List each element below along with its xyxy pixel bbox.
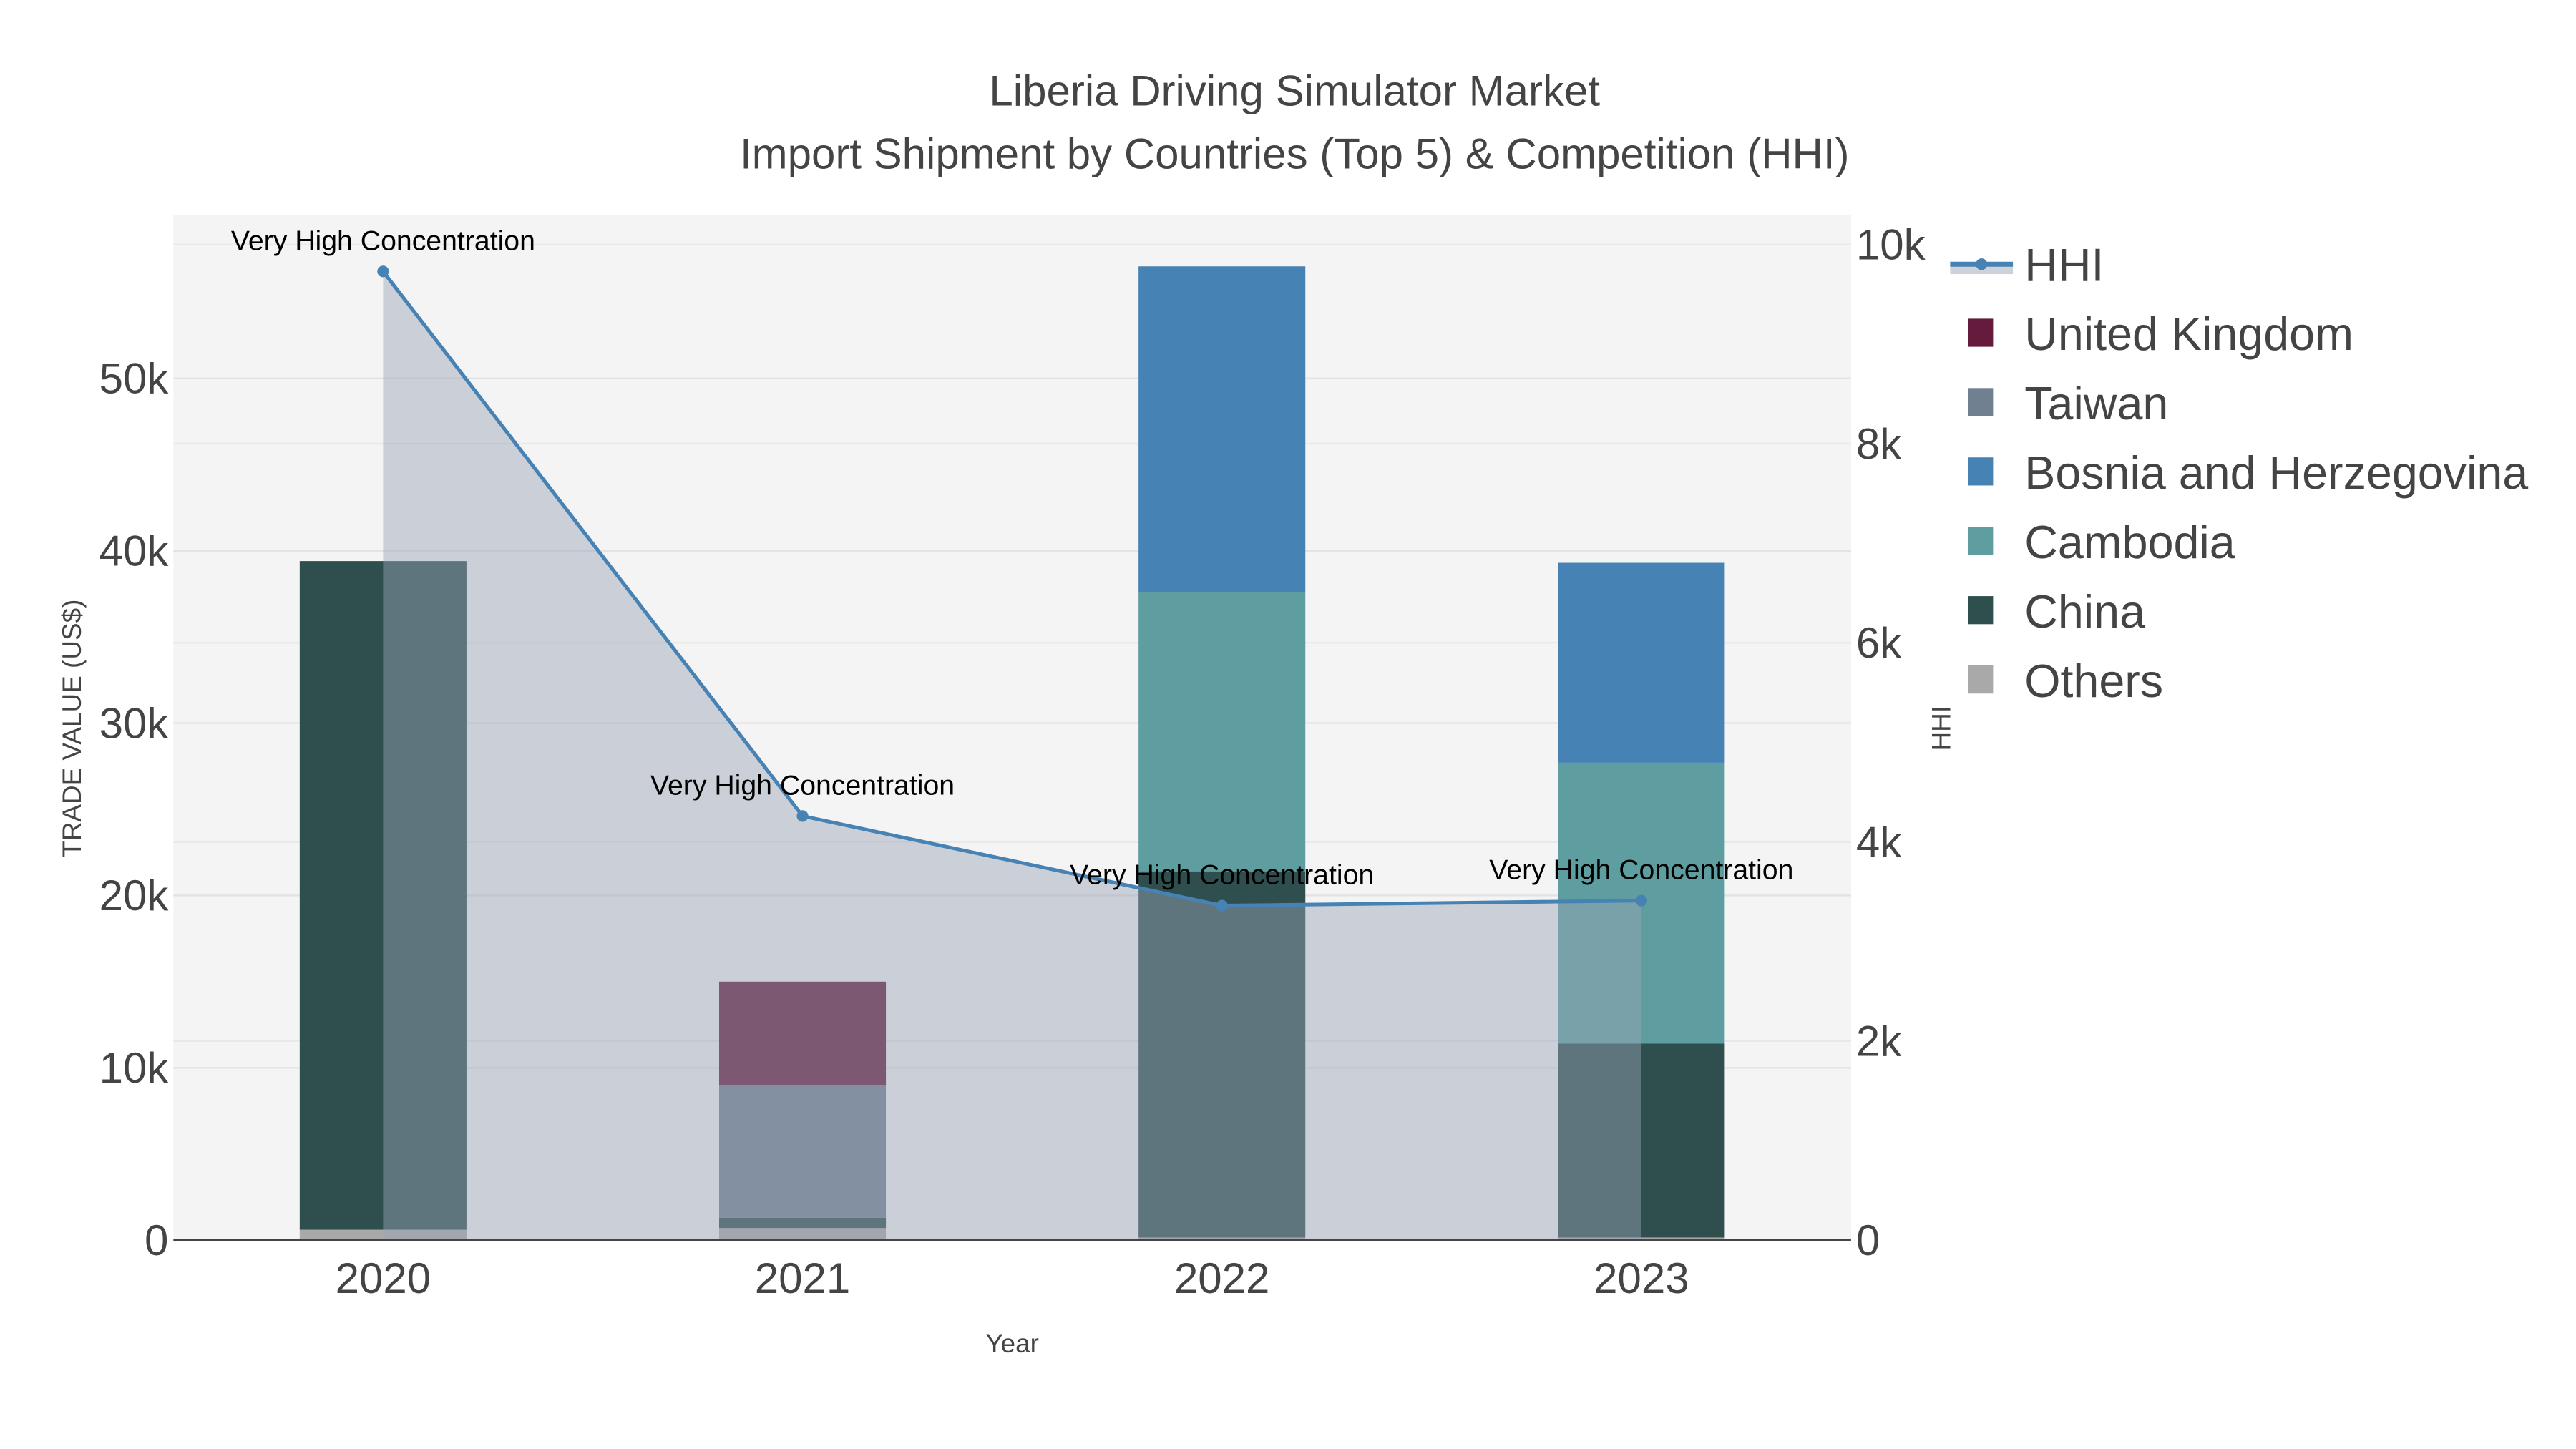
y-tick-label: 10k — [99, 1044, 170, 1092]
y2-tick-label: 4k — [1856, 818, 1902, 866]
chart: Very High Concentration Very High Concent… — [57, 67, 2528, 1358]
legend-label: United Kingdom — [2024, 308, 2353, 360]
legend-label: HHI — [2024, 239, 2104, 291]
y2-axis-title: HHI — [1926, 706, 1956, 751]
y-tick-label: 20k — [99, 872, 170, 919]
legend-label: Taiwan — [2024, 378, 2168, 429]
hhi-point — [796, 810, 809, 822]
x-tick-label: 2022 — [1174, 1254, 1269, 1302]
hhi-point — [1216, 899, 1228, 912]
legend-label: Cambodia — [2024, 517, 2235, 568]
legend-label: China — [2024, 586, 2145, 638]
y2-tick-label: 8k — [1856, 420, 1902, 468]
y-tick-label: 50k — [99, 355, 170, 403]
y-tick-label: 30k — [99, 699, 170, 747]
legend-swatch — [1968, 457, 1994, 486]
chart-subtitle: Import Shipment by Countries (Top 5) & C… — [740, 130, 1850, 177]
bar-cambodia — [1138, 592, 1306, 872]
y-tick-label: 40k — [99, 527, 170, 575]
hhi-annotation: Very High Concentration — [1489, 854, 1793, 886]
legend-swatch — [1968, 596, 1994, 625]
bar-bosnia-and-herzegovina — [1558, 562, 1725, 763]
hhi-annotation: Very High Concentration — [650, 769, 955, 801]
y2-tick-label: 0 — [1856, 1216, 1880, 1264]
legend-label: Bosnia and Herzegovina — [2024, 447, 2528, 499]
chart-title: Liberia Driving Simulator Market — [989, 67, 1600, 115]
legend-swatch — [1968, 665, 1994, 694]
x-tick-label: 2021 — [755, 1254, 850, 1302]
y-axis-title: TRADE VALUE (US$) — [57, 600, 87, 857]
y2-tick-label: 10k — [1856, 221, 1926, 269]
x-tick-label: 2020 — [336, 1254, 431, 1302]
bar-bosnia-and-herzegovina — [1138, 266, 1306, 592]
hhi-point — [1635, 894, 1647, 907]
legend-label: Others — [2024, 655, 2163, 707]
y2-tick-label: 2k — [1856, 1018, 1902, 1065]
x-tick-label: 2023 — [1594, 1254, 1689, 1302]
y-tick-label: 0 — [145, 1216, 168, 1264]
hhi-annotation: Very High Concentration — [1070, 859, 1374, 891]
x-axis-title: Year — [985, 1329, 1039, 1358]
legend-hhi-marker-icon — [1976, 258, 1988, 270]
legend-swatch — [1968, 527, 1994, 555]
hhi-annotation: Very High Concentration — [231, 225, 535, 256]
legend-swatch — [1968, 388, 1994, 416]
hhi-point — [377, 265, 389, 278]
legend-swatch — [1968, 318, 1994, 347]
y2-tick-label: 6k — [1856, 619, 1902, 667]
chart-container: Very High Concentration Very High Concent… — [0, 0, 2576, 1449]
